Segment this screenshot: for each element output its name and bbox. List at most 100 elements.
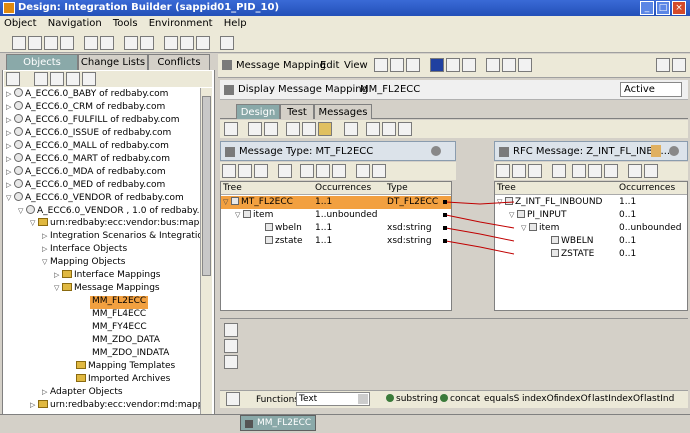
tree-node[interactable]: ▽ urn:redbaby:ecc:vendor:bus:mapp (30, 218, 200, 231)
table-row[interactable]: ▽ PI_INPUT 0..1 (495, 209, 687, 222)
tree-node[interactable]: ▷ A_ECC6.0_FULFILL of redbaby.com (6, 114, 180, 127)
table-icon[interactable] (496, 164, 510, 178)
filter-icon[interactable] (552, 164, 566, 178)
tree-node[interactable]: ▷ A_ECC6.0_MED of redbaby.com (6, 179, 165, 192)
function-category-select[interactable]: Text (296, 392, 370, 406)
tree-node[interactable]: Mapping Templates (76, 361, 175, 374)
trash-icon[interactable] (264, 122, 278, 136)
tab-mm-fl2ecc[interactable]: MM_FL2ECC (240, 415, 316, 431)
function-button[interactable]: indexOf (556, 394, 591, 404)
split-icon[interactable] (248, 122, 262, 136)
function-button[interactable]: lastInd (644, 394, 674, 404)
function-button[interactable]: substring (386, 394, 438, 404)
settings-icon[interactable] (431, 146, 441, 156)
table-row[interactable]: ▽ item 1..unbounded (221, 209, 451, 222)
tree-node[interactable]: ▽ Message Mappings (54, 283, 160, 296)
tab-messages[interactable]: Messages (314, 104, 372, 119)
zoom-icon[interactable] (366, 122, 380, 136)
menu-environment[interactable]: Environment (145, 16, 217, 29)
clipboard-icon[interactable] (528, 164, 542, 178)
table-row[interactable]: ▽ item 0..unbounded (495, 222, 687, 235)
tree-node[interactable]: ▷ Interface Mappings (54, 270, 160, 283)
settings-icon[interactable] (669, 146, 679, 156)
page-icon[interactable] (406, 58, 420, 72)
tree-node[interactable]: MM_ZDO_INDATA (92, 348, 169, 361)
edit-icon[interactable] (644, 164, 658, 178)
menu-object[interactable]: Object (0, 16, 41, 29)
data-icon[interactable] (356, 164, 370, 178)
expand-icon[interactable] (6, 72, 20, 86)
tree-icon[interactable] (572, 164, 586, 178)
print-icon[interactable] (502, 58, 516, 72)
grid-icon[interactable] (512, 164, 526, 178)
tree-icon[interactable] (34, 72, 48, 86)
tree-node[interactable]: ▷ A_ECC6.0_CRM of redbaby.com (6, 101, 165, 114)
link-icon[interactable] (382, 122, 396, 136)
clipboard-icon[interactable] (224, 355, 238, 369)
menu-navigation[interactable]: Navigation (44, 16, 106, 29)
table-row[interactable]: wbeln 1..1 xsd:string (221, 222, 451, 235)
copy-icon[interactable] (390, 58, 404, 72)
tree-node[interactable]: ▽ A_ECC6.0_VENDOR , 1.0 of redbaby.c (18, 205, 200, 218)
print-icon[interactable] (100, 36, 114, 50)
tree-node[interactable]: ▷ A_ECC6.0_BABY of redbaby.com (6, 88, 168, 101)
close-editor-icon[interactable] (672, 58, 686, 72)
tree-node[interactable]: MM_FY4ECC (92, 322, 147, 335)
flow-icon[interactable] (224, 339, 238, 353)
function-button[interactable]: lastIndexOf (592, 394, 643, 404)
clipboard-icon[interactable] (254, 164, 268, 178)
open-icon[interactable] (28, 36, 42, 50)
tree-node[interactable]: ▷ A_ECC6.0_MART of redbaby.com (6, 153, 170, 166)
pen-icon[interactable] (224, 323, 238, 337)
scroll-thumb[interactable] (202, 96, 211, 276)
window-icon[interactable] (196, 36, 210, 50)
filter-icon[interactable] (50, 72, 64, 86)
tree-node[interactable]: ▷ Integration Scenarios & Integration (42, 231, 200, 244)
filter-icon[interactable] (316, 164, 330, 178)
mapping-handle[interactable] (443, 200, 447, 204)
dependency-icon[interactable] (286, 122, 300, 136)
menu-tools[interactable]: Tools (109, 16, 142, 29)
tree-node[interactable]: MM_ZDO_DATA (92, 335, 160, 348)
function-button[interactable]: indexOf (522, 394, 557, 404)
filter-icon[interactable] (278, 164, 292, 178)
forward-icon[interactable] (180, 36, 194, 50)
tab-test[interactable]: Test (280, 104, 314, 119)
structure-icon[interactable] (332, 164, 346, 178)
layout-icon[interactable] (344, 122, 358, 136)
copy-icon[interactable] (398, 122, 412, 136)
table-row[interactable]: zstate 1..1 xsd:string (221, 235, 451, 248)
structure-icon[interactable] (604, 164, 618, 178)
tree-icon[interactable] (300, 164, 314, 178)
tree-scrollbar[interactable] (200, 88, 212, 414)
sort-icon[interactable] (82, 72, 96, 86)
tree-node[interactable]: ▽ A_ECC6.0_VENDOR of redbaby.com (6, 192, 184, 205)
maximize-button[interactable]: □ (656, 1, 670, 15)
hierarchy-icon[interactable] (124, 36, 138, 50)
history-icon[interactable] (486, 58, 500, 72)
copy-icon[interactable] (44, 36, 58, 50)
gear-icon[interactable] (224, 122, 238, 136)
data-icon[interactable] (628, 164, 642, 178)
table-row[interactable]: WBELN 0..1 (495, 235, 687, 248)
canvas[interactable] (242, 321, 684, 387)
mapping-handle[interactable] (443, 239, 447, 243)
tree-node[interactable]: ▷ Adapter Objects (42, 387, 123, 400)
hand-icon[interactable] (651, 145, 661, 157)
table-row[interactable]: ▽ MT_FL2ECC 1..1 DT_FL2ECC (221, 196, 451, 209)
function-button[interactable]: concat (440, 394, 480, 404)
find-icon[interactable] (462, 58, 476, 72)
minimize-button[interactable]: _ (640, 1, 654, 15)
edit-icon[interactable] (374, 58, 388, 72)
structure-icon[interactable] (140, 36, 154, 50)
menu-view[interactable]: View (344, 60, 368, 71)
menu-message-mapping[interactable]: Message Mapping (236, 60, 326, 71)
delete-icon[interactable] (60, 36, 74, 50)
new-icon[interactable] (12, 36, 26, 50)
collapse-icon[interactable] (66, 72, 80, 86)
tree-node[interactable]: MM_FL4ECC (92, 309, 146, 322)
check-icon[interactable] (446, 58, 460, 72)
pin-icon[interactable] (656, 58, 670, 72)
mapping-handle[interactable] (443, 226, 447, 230)
tab-change-lists[interactable]: Change Lists (78, 54, 148, 70)
